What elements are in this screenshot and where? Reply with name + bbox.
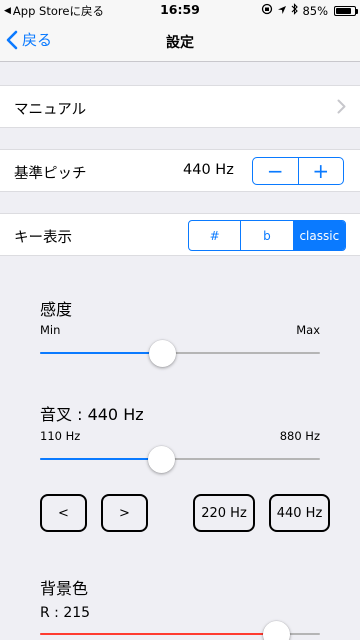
sensitivity-min-label: Min xyxy=(40,323,61,337)
reference-pitch-value: 440 Hz xyxy=(183,162,234,178)
status-bar: ◀ App Storeに戻る 16:59 85% xyxy=(0,0,360,20)
background-color-label: 背景色 xyxy=(40,579,89,598)
key-display-segmented-control: # b classic xyxy=(188,220,346,251)
sensitivity-max-label: Max xyxy=(296,323,320,337)
key-display-row: キー表示 # b classic xyxy=(0,213,360,256)
sensitivity-label: 感度 xyxy=(40,300,73,319)
tuning-fork-label: 音叉 : 440 Hz xyxy=(40,405,144,424)
bluetooth-icon xyxy=(291,3,299,18)
manual-label: マニュアル xyxy=(14,102,87,118)
navigation-bar: 戻る 設定 xyxy=(0,20,360,62)
orientation-lock-icon xyxy=(261,3,273,18)
tuning-fork-next-button[interactable]: > xyxy=(101,494,148,532)
red-slider[interactable] xyxy=(40,620,320,640)
red-value-label: R : 215 xyxy=(40,605,91,621)
pitch-decrement-button[interactable]: − xyxy=(253,158,298,184)
battery-percent: 85% xyxy=(302,3,328,18)
chevron-right-icon xyxy=(337,99,346,114)
location-arrow-icon xyxy=(277,4,287,18)
slider-thumb[interactable] xyxy=(148,340,176,367)
slider-filled-track xyxy=(40,352,162,354)
status-right: 85% xyxy=(261,3,358,18)
slider-filled-track xyxy=(40,633,277,635)
tuning-fork-min-label: 110 Hz xyxy=(40,429,81,443)
key-option-classic[interactable]: classic xyxy=(292,221,345,250)
key-display-label: キー表示 xyxy=(14,230,72,246)
preset-220hz-button[interactable]: 220 Hz xyxy=(193,494,255,532)
slider-filled-track xyxy=(40,458,162,460)
reference-pitch-label: 基準ピッチ xyxy=(14,166,87,182)
slider-thumb[interactable] xyxy=(148,446,176,473)
sensitivity-slider[interactable] xyxy=(40,339,320,367)
preset-440hz-button[interactable]: 440 Hz xyxy=(269,494,330,532)
reference-pitch-row: 基準ピッチ 440 Hz − + xyxy=(0,149,360,192)
battery-icon xyxy=(334,5,358,16)
pitch-stepper: − + xyxy=(252,157,344,185)
tuning-fork-slider[interactable] xyxy=(40,445,320,473)
tuning-fork-prev-button[interactable]: < xyxy=(40,494,87,532)
slider-thumb[interactable] xyxy=(263,621,291,640)
manual-row[interactable]: マニュアル xyxy=(0,85,360,128)
key-option-sharp[interactable]: # xyxy=(189,221,240,250)
key-option-flat[interactable]: b xyxy=(240,221,292,250)
page-title: 設定 xyxy=(166,35,194,51)
tuning-fork-max-label: 880 Hz xyxy=(279,429,320,443)
pitch-increment-button[interactable]: + xyxy=(297,158,344,184)
